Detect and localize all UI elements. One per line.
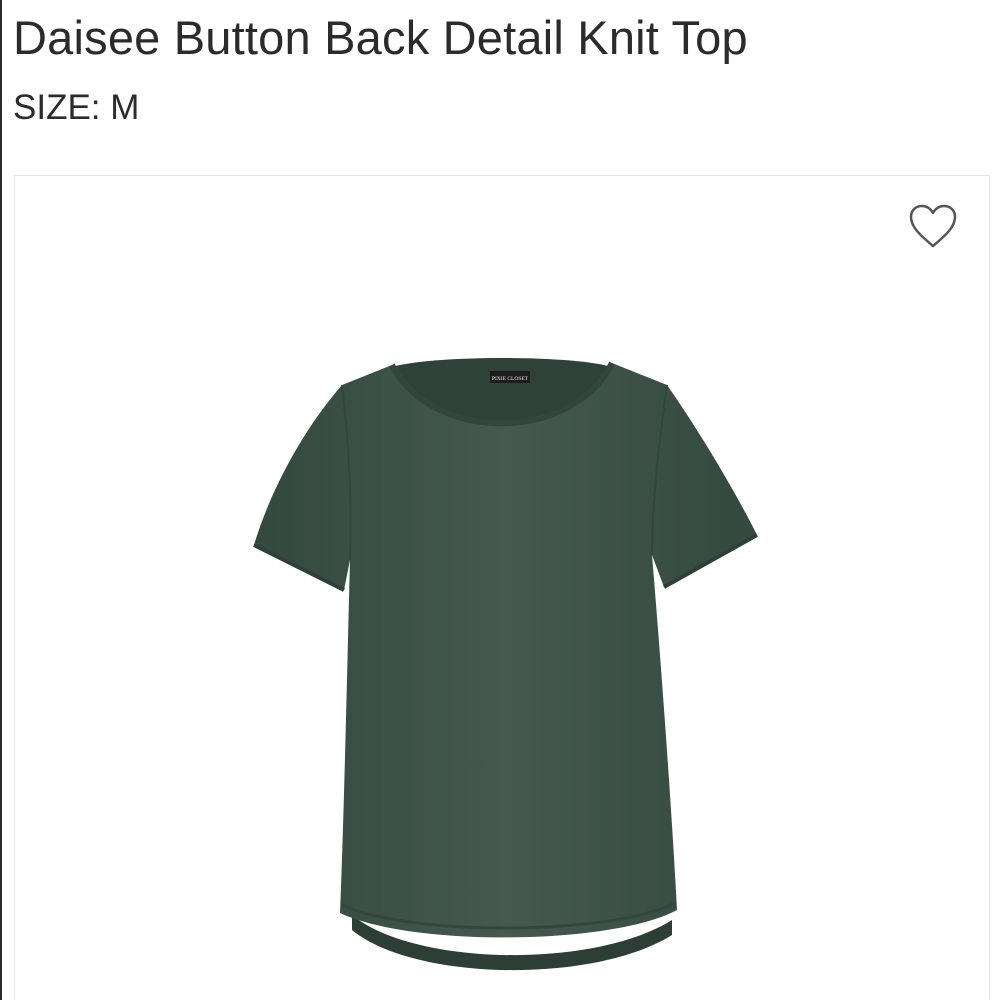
product-image: PIXIE CLOSET [253,358,758,971]
favorite-button[interactable] [907,200,959,252]
garment-body [254,363,757,938]
size-label: SIZE: [13,88,101,127]
size-value: M [110,88,140,127]
product-page: Daisee Button Back Detail Knit Top SIZE:… [0,0,1000,1000]
product-title: Daisee Button Back Detail Knit Top [13,11,748,64]
heart-outline-icon [909,204,957,248]
size-info: SIZE: M [13,88,139,128]
brand-label-text: PIXIE CLOSET [492,376,529,382]
